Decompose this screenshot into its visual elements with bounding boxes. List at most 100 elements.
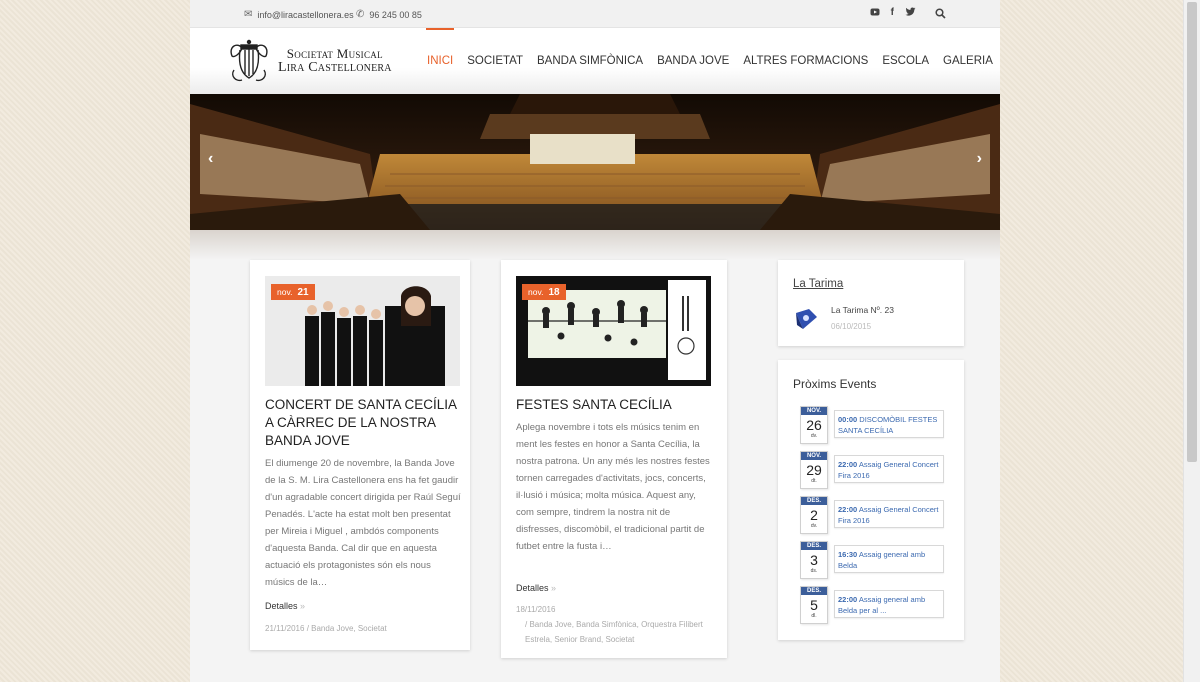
event-weekday: ds.: [810, 568, 818, 574]
scrollbar-thumb[interactable]: [1187, 2, 1197, 462]
event-weekday: dv.: [810, 523, 818, 529]
post-date-badge-2: nov. 18: [522, 284, 566, 300]
badge-day: 18: [548, 286, 560, 298]
main-nav: INICI SOCIETAT BANDA SIMFÒNICA BANDA JOV…: [420, 28, 1000, 94]
event-month: DES.: [801, 497, 827, 505]
nav-item-altres-formacions[interactable]: ALTRES FORMACIONS: [736, 28, 875, 94]
calendar-icon: DES. 3 ds.: [800, 541, 828, 579]
event-row-1[interactable]: NOV. 26 dv. 00:00 DISCOMÒBIL FESTES SANT…: [798, 406, 948, 444]
post-meta-1: 21/11/2016 / Banda Jove, Societat: [265, 624, 387, 633]
logo-text: Societat Musical Lira Castellonera: [278, 47, 392, 75]
event-day: 26: [806, 417, 822, 433]
badge-month: nov.: [277, 287, 293, 297]
post-title-1[interactable]: CONCERT DE SANTA CECÍLIA A CÀRREC DE LA …: [265, 396, 465, 450]
nav-item-galeria[interactable]: GALERIA: [936, 28, 1000, 94]
concert-hall-image: [190, 94, 1000, 230]
event-link[interactable]: 22:00 Assaig General Concert Fira 2016: [834, 455, 944, 483]
post-categories[interactable]: Banda Jove, Societat: [311, 624, 387, 633]
calendar-icon: NOV. 29 dt.: [800, 451, 828, 489]
tarima-item-date: 06/10/2015: [831, 322, 872, 331]
phone-contact: ✆ 96 245 00 85: [356, 9, 422, 20]
nav-item-societat[interactable]: SOCIETAT: [460, 28, 530, 94]
email-contact[interactable]: ✉ info@liracastellonera.es: [244, 9, 354, 20]
calendar-icon: DES. 2 dv.: [800, 496, 828, 534]
event-time: 22:00: [838, 460, 858, 469]
event-day: 3: [810, 552, 818, 568]
event-day: 2: [810, 507, 818, 523]
hero-slider: ‹ ›: [190, 94, 1000, 230]
more-label[interactable]: Detalles: [265, 601, 298, 611]
post-date: 21/11/2016: [265, 624, 305, 633]
event-link[interactable]: 22:00 Assaig general amb Belda per al ..…: [834, 590, 944, 618]
slider-prev-arrow[interactable]: ‹: [208, 150, 213, 168]
tarima-item-title[interactable]: La Tarima Nº. 23: [831, 305, 894, 315]
badge-month: nov.: [528, 287, 544, 297]
event-row-5[interactable]: DES. 5 dl. 22:00 Assaig general amb Beld…: [798, 586, 948, 624]
event-weekday: dv.: [810, 433, 818, 439]
phone-icon: ✆: [356, 9, 365, 20]
tarima-thumbnail-icon[interactable]: [793, 307, 819, 331]
slider-next-arrow[interactable]: ›: [977, 150, 982, 168]
post-more-link-1[interactable]: Detalles »: [265, 601, 305, 611]
event-weekday: dl.: [811, 613, 817, 619]
post-excerpt-2: Aplega novembre i tots els músics tenim …: [516, 422, 710, 552]
post-card-1: nov. 21 CONCERT DE SANTA CECÍLIA A CÀRRE…: [250, 260, 470, 650]
post-image-1[interactable]: nov. 21: [265, 276, 460, 386]
logo-line-2: Lira Castellonera: [278, 60, 392, 75]
lyre-emblem-icon: [230, 39, 268, 82]
event-month: DES.: [801, 542, 827, 550]
event-time: 22:00: [838, 505, 858, 514]
facebook-icon[interactable]: f: [891, 7, 894, 18]
site-header: Societat Musical Lira Castellonera INICI…: [190, 28, 1000, 94]
top-bar: ✉ info@liracastellonera.es ✆ 96 245 00 8…: [190, 0, 1000, 28]
event-time: 16:30: [838, 550, 858, 559]
tarima-widget: La Tarima La Tarima Nº. 23 06/10/2015: [778, 260, 964, 346]
event-row-2[interactable]: NOV. 29 dt. 22:00 Assaig General Concert…: [798, 451, 948, 489]
search-icon[interactable]: [935, 8, 946, 19]
post-more-link-2[interactable]: Detalles »: [516, 583, 556, 593]
envelope-icon: ✉: [244, 9, 253, 20]
nav-item-banda-jove[interactable]: BANDA JOVE: [650, 28, 736, 94]
post-image-2[interactable]: nov. 18: [516, 276, 711, 386]
nav-item-banda-simfonica[interactable]: BANDA SIMFÒNICA: [530, 28, 650, 94]
event-month: NOV.: [801, 407, 827, 415]
more-label[interactable]: Detalles: [516, 583, 549, 593]
events-heading: Pròxims Events: [793, 377, 877, 391]
youtube-icon[interactable]: [870, 7, 880, 17]
page-container: ✉ info@liracastellonera.es ✆ 96 245 00 8…: [190, 0, 1000, 682]
event-row-4[interactable]: DES. 3 ds. 16:30 Assaig general amb Beld…: [798, 541, 948, 579]
double-chevron-icon: »: [551, 583, 557, 593]
event-link[interactable]: 00:00 DISCOMÒBIL FESTES SANTA CECÍLIA: [834, 410, 944, 438]
badge-day: 21: [297, 286, 309, 298]
post-card-2: nov. 18 FESTES SANTA CECÍLIA Aplega nove…: [501, 260, 727, 658]
nav-item-escola[interactable]: ESCOLA: [875, 28, 936, 94]
event-link[interactable]: 22:00 Assaig General Concert Fira 2016: [834, 500, 944, 528]
calendar-icon: NOV. 26 dv.: [800, 406, 828, 444]
phone-text: 96 245 00 85: [369, 9, 422, 20]
slider-reflection: [190, 230, 1000, 260]
post-date-badge-1: nov. 21: [271, 284, 315, 300]
logo-line-1: Societat Musical: [286, 46, 383, 61]
event-day: 29: [806, 462, 822, 478]
post-meta-2: 18/11/2016 / Banda Jove, Banda Simfònica…: [516, 602, 711, 647]
post-excerpt-1: El diumenge 20 de novembre, la Banda Jov…: [265, 458, 461, 588]
page-scrollbar[interactable]: [1183, 0, 1200, 682]
double-chevron-icon: »: [300, 601, 306, 611]
nav-item-inici[interactable]: INICI: [420, 28, 460, 94]
tarima-heading[interactable]: La Tarima: [793, 278, 843, 290]
event-month: NOV.: [801, 452, 827, 460]
post-title-2[interactable]: FESTES SANTA CECÍLIA: [516, 396, 716, 414]
calendar-icon: DES. 5 dl.: [800, 586, 828, 624]
events-widget: Pròxims Events NOV. 26 dv. 00:00 DISCOMÒ…: [778, 360, 964, 640]
email-text[interactable]: info@liracastellonera.es: [257, 10, 353, 20]
twitter-icon[interactable]: [905, 7, 916, 17]
event-link[interactable]: 16:30 Assaig general amb Belda: [834, 545, 944, 573]
event-row-3[interactable]: DES. 2 dv. 22:00 Assaig General Concert …: [798, 496, 948, 534]
event-weekday: dt.: [811, 478, 817, 484]
event-time: 22:00: [838, 595, 858, 604]
event-time: 00:00: [838, 415, 858, 424]
event-day: 5: [810, 597, 818, 613]
site-logo[interactable]: Societat Musical Lira Castellonera: [224, 36, 392, 86]
post-categories[interactable]: Banda Jove, Banda Simfònica, Orquestra F…: [525, 620, 703, 644]
event-month: DES.: [801, 587, 827, 595]
